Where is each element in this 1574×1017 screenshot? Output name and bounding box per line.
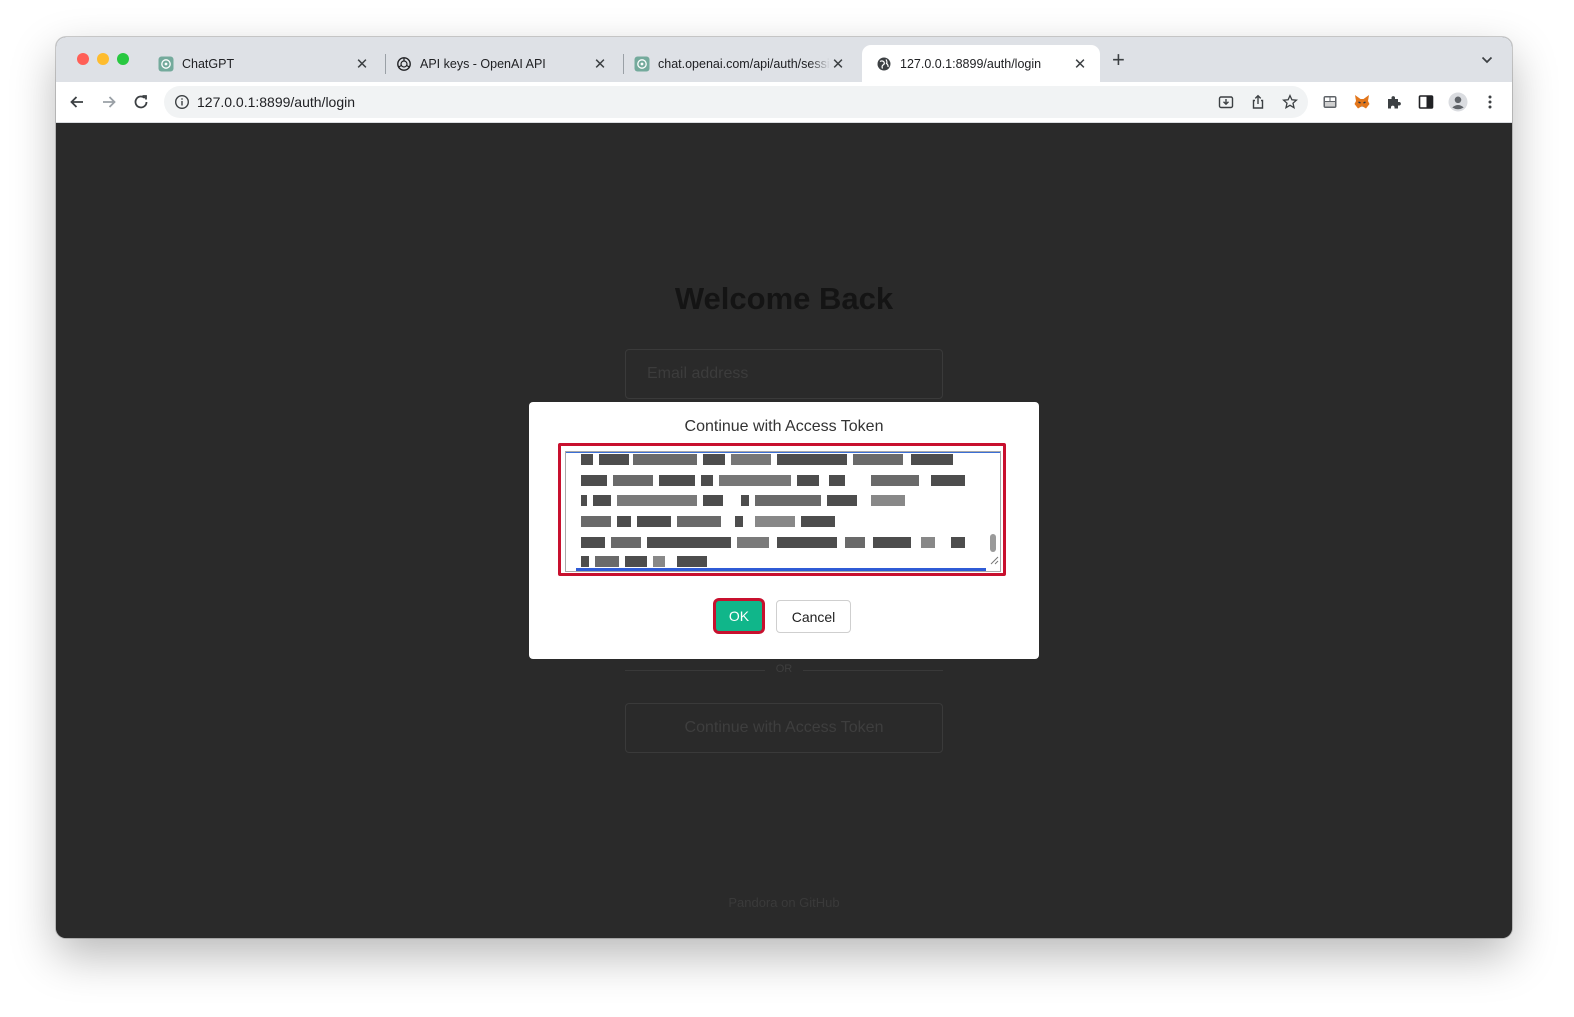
textarea-scrollbar[interactable] (990, 534, 996, 552)
close-tab-icon[interactable]: ✕ (1072, 55, 1088, 73)
profile-avatar-icon[interactable] (1448, 92, 1468, 112)
minimize-window-button[interactable] (97, 53, 109, 65)
ok-button[interactable]: OK (716, 601, 762, 631)
tab-title: API keys - OpenAI API (420, 56, 546, 71)
browser-menu-icon[interactable] (1480, 92, 1500, 112)
email-field[interactable]: Email address (625, 349, 943, 399)
tab-auth-session[interactable]: chat.openai.com/api/auth/session ✕ (620, 45, 858, 82)
side-panel-icon[interactable] (1416, 92, 1436, 112)
new-tab-button[interactable]: + (1112, 49, 1125, 71)
tab-chatgpt[interactable]: ChatGPT ✕ (144, 45, 382, 82)
tab-search-chevron-icon[interactable] (1480, 53, 1494, 72)
back-arrow-icon[interactable] (66, 91, 88, 113)
close-tab-icon[interactable]: ✕ (354, 55, 370, 73)
tab-api-keys[interactable]: API keys - OpenAI API ✕ (382, 45, 620, 82)
address-bar[interactable]: 127.0.0.1:8899/auth/login (164, 86, 1308, 118)
browser-window: ChatGPT ✕ API keys - OpenAI API ✕ chat.o… (56, 37, 1512, 938)
resize-grip-icon[interactable] (990, 552, 999, 570)
forward-arrow-icon[interactable] (98, 91, 120, 113)
zoom-window-button[interactable] (117, 53, 129, 65)
tab-title: chat.openai.com/api/auth/session (658, 56, 830, 71)
dialog-title: Continue with Access Token (684, 418, 884, 435)
close-window-button[interactable] (77, 53, 89, 65)
tab-strip: ChatGPT ✕ API keys - OpenAI API ✕ chat.o… (56, 37, 1512, 82)
openai-icon (396, 56, 412, 72)
close-tab-icon[interactable]: ✕ (592, 55, 608, 73)
focus-outline (566, 452, 1000, 453)
close-tab-icon[interactable]: ✕ (830, 55, 846, 73)
github-link[interactable]: Pandora on GitHub (56, 895, 1512, 910)
site-info-icon[interactable] (174, 94, 190, 115)
tab-login[interactable]: 127.0.0.1:8899/auth/login ✕ (862, 45, 1100, 82)
cancel-button[interactable]: Cancel (776, 600, 851, 633)
focus-outline (576, 568, 986, 571)
openai-icon (634, 56, 650, 72)
continue-token-button[interactable]: Continue with Access Token (625, 703, 943, 753)
install-app-icon[interactable] (1218, 94, 1234, 115)
tab-title: ChatGPT (182, 56, 235, 71)
reload-icon[interactable] (130, 91, 152, 113)
address-url: 127.0.0.1:8899/auth/login (197, 94, 356, 110)
email-placeholder: Email address (647, 365, 749, 382)
tab-title: 127.0.0.1:8899/auth/login (900, 56, 1042, 71)
access-token-textarea[interactable] (565, 451, 1001, 572)
bookmark-star-icon[interactable] (1282, 94, 1298, 115)
openai-icon (158, 56, 174, 72)
globe-icon (876, 56, 892, 72)
extension-icon[interactable] (1320, 92, 1340, 112)
access-token-dialog: Continue with Access Token OK Cancel (529, 402, 1039, 659)
puzzle-extensions-icon[interactable] (1384, 92, 1404, 112)
browser-toolbar: 127.0.0.1:8899/auth/login (56, 82, 1512, 123)
metamask-fox-icon[interactable] (1352, 92, 1372, 112)
page-content: Welcome Back Email address OR Continue w… (56, 123, 1512, 938)
or-label: OR (775, 663, 793, 675)
page-title: Welcome Back (674, 281, 894, 316)
share-icon[interactable] (1250, 94, 1266, 115)
